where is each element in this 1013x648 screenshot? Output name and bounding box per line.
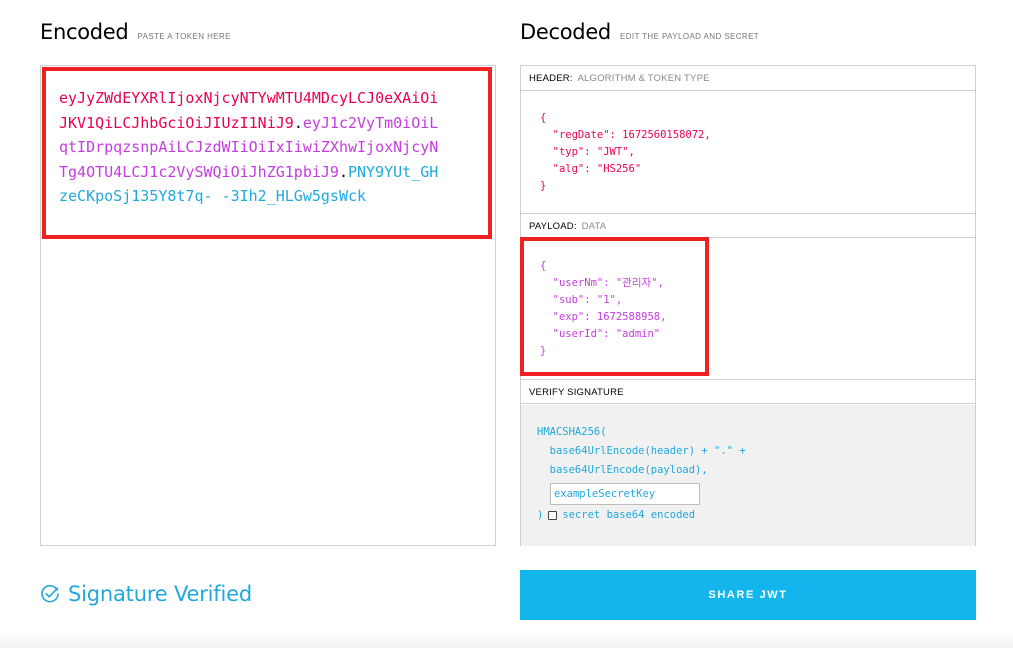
check-circle-icon (41, 584, 59, 603)
decoded-subtitle: EDIT THE PAYLOAD AND SECRET (619, 32, 760, 41)
verify-footer: ) secret base64 encoded (537, 509, 695, 521)
secret-input[interactable]: exampleSecretKey (550, 483, 700, 505)
verify-section-heading: VERIFY SIGNATURE (521, 379, 975, 404)
encoded-title: Encoded (40, 20, 129, 44)
token-dot: . (293, 113, 303, 132)
decoded-title: Decoded (520, 20, 611, 44)
payload-section-desc: DATA (581, 221, 607, 232)
header-json-editor[interactable]: { "regDate": 1672560158072, "typ": "JWT"… (540, 110, 711, 195)
payload-json-editor[interactable]: { "userNm": "관리자", "sub": "1", "exp": 16… (540, 258, 666, 360)
encoded-subtitle: PASTE A TOKEN HERE (137, 32, 231, 41)
decoded-panel: HEADER: ALGORITHM & TOKEN TYPE { "regDat… (520, 65, 976, 546)
payload-section-label: PAYLOAD: (529, 221, 577, 232)
verify-signature-body: HMACSHA256( base64UrlEncode(header) + ".… (521, 405, 975, 546)
header-section-desc: ALGORITHM & TOKEN TYPE (577, 73, 710, 84)
verify-section-label: VERIFY SIGNATURE (529, 387, 624, 398)
base64-checkbox[interactable] (548, 510, 558, 520)
token-dot: . (338, 162, 348, 181)
share-jwt-button[interactable]: SHARE JWT (520, 570, 976, 620)
header-section-label: HEADER: (529, 73, 573, 84)
encoded-heading: Encoded PASTE A TOKEN HERE (40, 20, 231, 44)
encoded-token-text[interactable]: eyJyZWdEYXRlIjoxNjcyNTYwMTU4MDcyLCJ0eXAi… (59, 86, 439, 209)
page-bottom-edge (0, 628, 1013, 648)
payload-section-heading: PAYLOAD: DATA (521, 213, 975, 238)
signature-status: Signature Verified (40, 582, 252, 606)
base64-label[interactable]: secret base64 encoded (562, 509, 695, 521)
header-section-heading: HEADER: ALGORITHM & TOKEN TYPE (521, 66, 975, 91)
decoded-heading: Decoded EDIT THE PAYLOAD AND SECRET (520, 20, 759, 44)
verify-close-paren: ) (537, 509, 544, 521)
signature-status-text: Signature Verified (68, 582, 252, 606)
verify-code: HMACSHA256( base64UrlEncode(header) + ".… (537, 426, 746, 476)
